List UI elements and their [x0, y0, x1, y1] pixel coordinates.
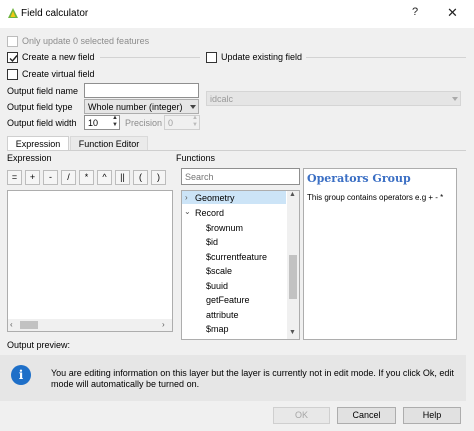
window-edge	[466, 28, 474, 431]
search-placeholder: Search	[185, 172, 214, 182]
group-divider-right	[306, 57, 466, 58]
tab-function-editor[interactable]: Function Editor	[70, 136, 148, 151]
precision-value: 0	[168, 118, 174, 128]
chevron-down-icon	[452, 97, 458, 101]
chevron-right-icon[interactable]: ›	[185, 193, 188, 202]
tree-group-record[interactable]: Record	[195, 208, 224, 218]
function-help-panel: Operators Group This group contains oper…	[303, 168, 457, 340]
output-field-type-select[interactable]: Whole number (integer)	[84, 99, 199, 114]
create-virtual-field-label: Create virtual field	[22, 69, 95, 79]
operator-multiply-button[interactable]: *	[79, 170, 94, 185]
tree-item-scale[interactable]: $scale	[206, 266, 232, 276]
operator-close-paren-button[interactable]: )	[151, 170, 166, 185]
help-panel-title: Operators Group	[307, 172, 411, 185]
window-title: Field calculator	[21, 8, 89, 19]
function-tree[interactable]: › Geometry ⌄ Record $rownum $id $current…	[181, 190, 300, 340]
tree-item-attribute[interactable]: attribute	[206, 310, 239, 320]
tree-item-id[interactable]: $id	[206, 237, 218, 247]
scroll-thumb[interactable]	[289, 255, 297, 299]
close-button[interactable]: ✕	[447, 5, 458, 21]
ok-button[interactable]: OK	[273, 407, 330, 424]
update-existing-field-label: Update existing field	[221, 52, 303, 62]
operator-plus-button[interactable]: +	[25, 170, 40, 185]
existing-field-value: idcalc	[210, 94, 234, 104]
spin-up-icon[interactable]: ▲	[112, 115, 118, 121]
functions-section-label: Functions	[176, 153, 216, 163]
operator-divide-button[interactable]: /	[61, 170, 76, 185]
output-field-name-label: Output field name	[7, 86, 79, 96]
tree-item-uuid[interactable]: $uuid	[206, 281, 228, 291]
output-field-width-value: 10	[88, 118, 99, 128]
operator-minus-button[interactable]: -	[43, 170, 58, 185]
create-new-field-checkbox[interactable]	[7, 52, 18, 63]
help-button[interactable]: Help	[403, 407, 461, 424]
scroll-left-icon[interactable]: ‹	[10, 320, 13, 329]
scroll-up-icon[interactable]: ▲	[289, 191, 296, 198]
only-update-label: Only update 0 selected features	[22, 36, 150, 46]
help-title-button[interactable]: ?	[412, 6, 418, 18]
spin-down-icon[interactable]: ▼	[112, 122, 118, 128]
cancel-button[interactable]: Cancel	[337, 407, 396, 424]
info-icon: i	[11, 365, 31, 385]
precision-label: Precision	[125, 118, 163, 128]
expression-editor[interactable]: ‹ ›	[7, 190, 173, 332]
output-field-width-label: Output field width	[7, 118, 77, 128]
help-panel-body: This group contains operators e.g + - *	[307, 193, 444, 202]
qgis-app-icon	[7, 7, 19, 19]
tab-expression[interactable]: Expression	[7, 136, 69, 151]
update-existing-field-checkbox[interactable]	[206, 52, 217, 63]
output-field-type-value: Whole number (integer)	[88, 102, 183, 112]
checkmark-icon	[9, 55, 18, 63]
tree-vertical-scrollbar[interactable]: ▲ ▼	[287, 191, 299, 339]
tree-item-map[interactable]: $map	[206, 324, 229, 334]
operator-open-paren-button[interactable]: (	[133, 170, 148, 185]
operator-equals-button[interactable]: =	[7, 170, 22, 185]
tab-divider	[7, 150, 466, 151]
scroll-down-icon[interactable]: ▼	[289, 329, 296, 336]
only-update-checkbox[interactable]	[7, 36, 18, 47]
expression-horizontal-scrollbar[interactable]: ‹ ›	[8, 319, 172, 331]
info-message-text: You are editing information on this laye…	[51, 368, 454, 389]
tree-item-getfeature[interactable]: getFeature	[206, 295, 250, 305]
expression-section-label: Expression	[7, 153, 52, 163]
create-virtual-field-checkbox[interactable]	[7, 69, 18, 80]
group-divider-left	[100, 57, 200, 58]
spin-down-icon[interactable]: ▼	[192, 122, 198, 128]
chevron-down-icon[interactable]: ⌄	[184, 207, 191, 216]
precision-spinbox[interactable]: 0 ▲ ▼	[164, 115, 200, 130]
scroll-right-icon[interactable]: ›	[162, 320, 165, 329]
spin-up-icon[interactable]: ▲	[192, 115, 198, 121]
scroll-thumb[interactable]	[20, 321, 38, 329]
create-new-field-label: Create a new field	[22, 52, 95, 62]
tree-item-currentfeature[interactable]: $currentfeature	[206, 252, 267, 262]
operator-power-button[interactable]: ^	[97, 170, 112, 185]
function-search-input[interactable]: Search	[181, 168, 300, 185]
operator-concat-button[interactable]: ||	[115, 170, 130, 185]
output-field-name-input[interactable]	[84, 83, 199, 98]
tree-group-geometry[interactable]: Geometry	[195, 193, 235, 203]
output-field-type-label: Output field type	[7, 102, 73, 112]
tree-item-rownum[interactable]: $rownum	[206, 223, 243, 233]
chevron-down-icon	[190, 105, 196, 109]
existing-field-select[interactable]: idcalc	[206, 91, 461, 106]
output-field-width-spinbox[interactable]: 10 ▲ ▼	[84, 115, 120, 130]
output-preview-label: Output preview:	[7, 340, 71, 350]
